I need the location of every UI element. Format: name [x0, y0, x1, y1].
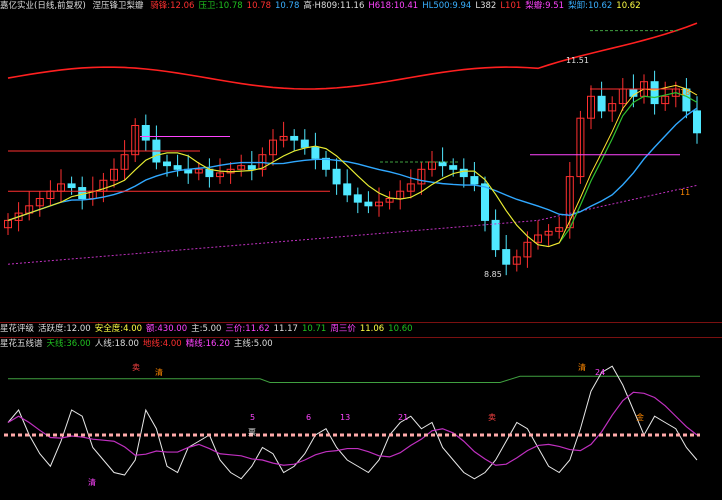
header-metric-item: L101 [500, 1, 522, 11]
staff-metric-item: 精线:16.20 [185, 339, 230, 349]
oscillator-signal-label: 卖 [488, 413, 496, 422]
candle-body [205, 168, 214, 178]
candle-body [173, 165, 182, 170]
candle-body [650, 81, 659, 105]
high-price-label: 11.51 [566, 56, 589, 65]
oscillator-signal-label: 24 [595, 368, 605, 377]
rating-metric-item: 额:430.00 [146, 324, 188, 334]
candle-body [67, 183, 76, 189]
rating-metric-item: 11.06 [359, 324, 385, 334]
oscillator-chart[interactable]: 卖清5 6 13 21 卖清24金清票 [0, 350, 722, 500]
candle-body [502, 249, 511, 265]
rating-metric-item: 活跃度:12.00 [38, 324, 91, 334]
oscillator-signal-label: 清 [155, 367, 163, 377]
candle-body [470, 176, 479, 185]
candle-body [459, 168, 468, 178]
header-metric-item: L382 [475, 1, 497, 11]
staff-panel-bar: 星花五线谱 天线:36.00 人线:18.00 地线:4.00 精线:16.20 主线:5… [0, 337, 722, 350]
header-metric-item: H618:10.41 [368, 1, 419, 11]
candle-body [300, 139, 309, 148]
candle-body [78, 187, 87, 200]
candle-body [597, 95, 606, 112]
oscillator-signal-label: 票 [248, 428, 256, 437]
rating-metric-item: 三价:11.62 [225, 324, 270, 334]
candle-body [353, 194, 362, 203]
header-metric-item: 10.62 [616, 1, 641, 11]
oscillator-signal-label: 13 [340, 413, 350, 422]
right-axis-mark-mid: 11 [680, 188, 691, 197]
header-metric-item: 梨瓣:9.51 [525, 1, 565, 11]
human-line [7, 365, 698, 480]
oscillator-signal-label: 清 [88, 477, 96, 487]
rating-metric-item: 星花评级 [0, 324, 35, 334]
candle-body [491, 219, 500, 251]
indicator-name: 涅压锋卫梨瓣 [92, 1, 144, 11]
rating-panel-bar: 星花评级 活跃度:12.00 安全度:4.00 额:430.00 主:5.00 三价:11… [0, 322, 722, 335]
rating-metric-item: 10.71 [301, 324, 327, 334]
staff-metric-item: 天线:36.00 [46, 339, 91, 349]
ma-signal-line [7, 84, 698, 248]
oscillator-signal-label: 5 [250, 413, 255, 422]
chart-header: 嘉亿实业(日线,前复权) 涅压锋卫梨瓣 骑锋:12.06 压卫:10.78 10.7… [0, 0, 722, 12]
right-axis-mark-top: 18 [680, 88, 691, 97]
oscillator-signal-label: 6 [306, 413, 311, 422]
rating-metric-item: 10.60 [388, 324, 413, 334]
lower-band-line [7, 184, 698, 265]
low-price-label: 8.85 [484, 270, 502, 279]
candle-body [343, 183, 352, 196]
price-chart[interactable] [0, 12, 722, 322]
candle-body [163, 161, 171, 167]
oscillator-signal-label: 21 [398, 413, 408, 422]
header-metric-item: 骑锋:12.06 [150, 1, 195, 11]
staff-metric-item: 星花五线谱 [0, 339, 43, 349]
staff-metric-item: 地线:4.00 [142, 339, 182, 349]
header-metric-item: 梨卸:10.62 [568, 1, 613, 11]
oscillator-signal-label: 金 [636, 412, 644, 422]
staff-metric-item: 人线:18.00 [94, 339, 139, 349]
candle-body [438, 161, 447, 167]
rating-metric-item: 周三价 [330, 324, 356, 334]
candle-body [311, 146, 320, 159]
header-metric-item: 高·H809:11.16 [303, 1, 365, 11]
candle-body [247, 165, 256, 170]
stock-title: 嘉亿实业(日线,前复权) [0, 1, 86, 11]
essence-line [7, 391, 698, 466]
staff-metric-item: 主线:5.00 [233, 339, 273, 349]
rating-metric-item: 安全度:4.00 [94, 324, 143, 334]
header-metric-item: 10.78 [275, 1, 300, 11]
rating-metric-item: 11.17 [273, 324, 298, 334]
candle-body [449, 165, 458, 170]
candle-body [481, 183, 489, 221]
oscillator-signal-label: 卖 [132, 363, 140, 372]
header-metric-item: 10.78 [246, 1, 272, 11]
oscillator-signal-label: 清 [578, 362, 586, 372]
header-metric-item: 压卫:10.78 [198, 1, 243, 11]
candle-body [332, 168, 341, 185]
candle-body [364, 201, 373, 207]
ma-long-line [7, 107, 698, 222]
candle-body [141, 125, 150, 141]
header-metric-item: HL500:9.94 [422, 1, 472, 11]
candle-body [290, 135, 299, 141]
rating-metric-item: 主:5.00 [191, 324, 222, 334]
candle-body [693, 110, 701, 134]
upper-band-line [7, 22, 698, 90]
